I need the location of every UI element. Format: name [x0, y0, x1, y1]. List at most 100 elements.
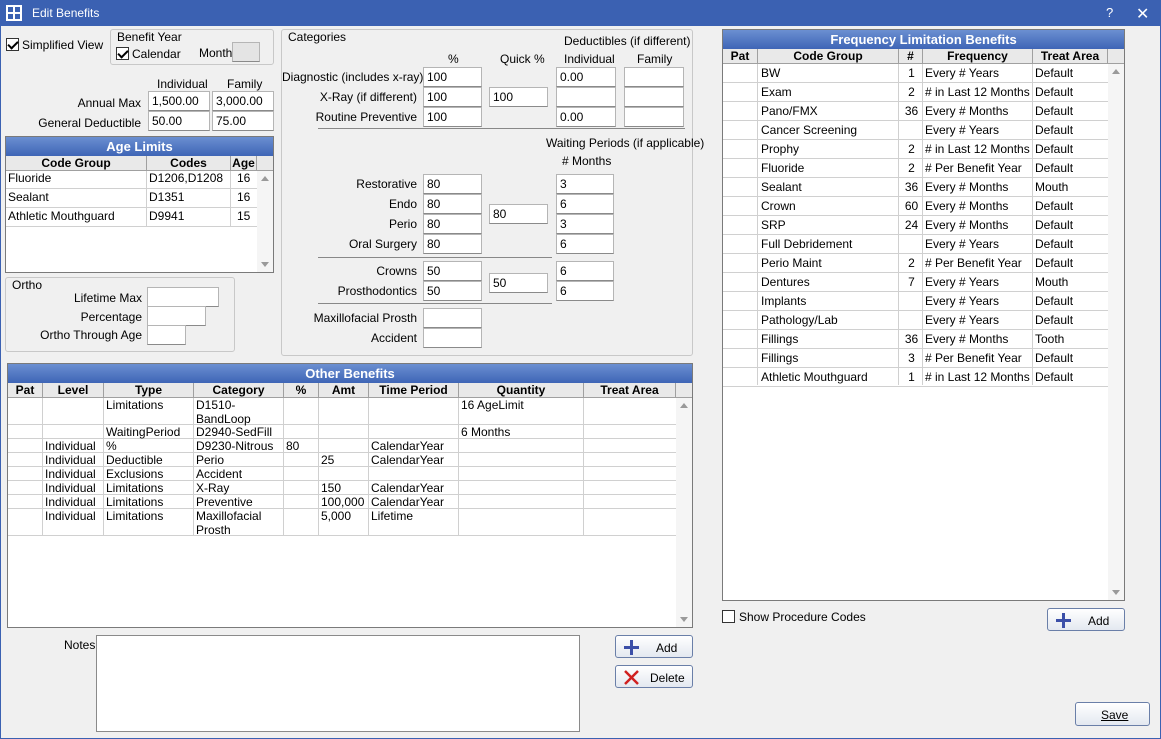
- freq-treat-area[interactable]: Default: [1033, 85, 1108, 99]
- age-limit-codes[interactable]: D9941: [147, 209, 230, 223]
- scroll-up-icon[interactable]: [261, 176, 269, 181]
- freq-treat-area[interactable]: Default: [1033, 313, 1108, 327]
- percentage-field[interactable]: [147, 306, 206, 326]
- freq-count[interactable]: 36: [899, 332, 922, 346]
- ob-type[interactable]: Limitations: [104, 509, 193, 523]
- ob-amt[interactable]: 25: [319, 453, 368, 467]
- freq-count[interactable]: 36: [899, 104, 922, 118]
- other-benefits-scrollbar[interactable]: [676, 398, 692, 627]
- freq-treat-area[interactable]: Default: [1033, 104, 1108, 118]
- freq-code-group[interactable]: Perio Maint: [759, 256, 898, 270]
- freq-code-group[interactable]: Pano/FMX: [759, 104, 898, 118]
- freq-treat-area[interactable]: Default: [1033, 123, 1108, 137]
- xray-pct-field[interactable]: 100: [423, 87, 482, 107]
- scroll-up-icon[interactable]: [680, 403, 688, 408]
- xray-ded-individual-field[interactable]: [556, 87, 616, 107]
- ob-category[interactable]: D2940-SedFill: [194, 425, 283, 439]
- scroll-up-icon[interactable]: [1112, 69, 1120, 74]
- age-limits-scrollbar[interactable]: [257, 171, 273, 272]
- age-limit-code-group[interactable]: Fluoride: [6, 171, 146, 185]
- endo-pct-field[interactable]: 80: [423, 194, 482, 214]
- freq-frequency[interactable]: # Per Benefit Year: [923, 161, 1032, 175]
- ob-type[interactable]: Limitations: [104, 495, 193, 509]
- freq-frequency[interactable]: # in Last 12 Months: [923, 142, 1032, 156]
- ob-time-period[interactable]: CalendarYear: [369, 453, 458, 467]
- ob-category[interactable]: Preventive: [194, 495, 283, 509]
- col-pct[interactable]: %: [284, 383, 319, 398]
- general-deductible-family-field[interactable]: 75.00: [212, 111, 274, 131]
- col-category[interactable]: Category: [194, 383, 284, 398]
- freq-count[interactable]: 60: [899, 199, 922, 213]
- freq-code-group[interactable]: Implants: [759, 294, 898, 308]
- col-code-group[interactable]: Code Group: [758, 49, 899, 64]
- endo-months-field[interactable]: 6: [556, 194, 614, 214]
- freq-treat-area[interactable]: Default: [1033, 256, 1108, 270]
- freq-treat-area[interactable]: Default: [1033, 294, 1108, 308]
- ortho-through-age-field[interactable]: [147, 325, 186, 345]
- freq-code-group[interactable]: Dentures: [759, 275, 898, 289]
- ob-category[interactable]: Perio: [194, 453, 283, 467]
- freq-count[interactable]: 1: [899, 66, 922, 80]
- freq-frequency[interactable]: # in Last 12 Months: [923, 85, 1032, 99]
- save-button[interactable]: Save: [1075, 702, 1150, 726]
- freq-treat-area[interactable]: Default: [1033, 370, 1108, 384]
- ob-time-period[interactable]: CalendarYear: [369, 481, 458, 495]
- ob-quantity[interactable]: 16 AgeLimit: [459, 398, 583, 412]
- col-treat-area[interactable]: Treat Area: [584, 383, 676, 398]
- prostho-months-field[interactable]: 6: [556, 281, 614, 301]
- freq-treat-area[interactable]: Default: [1033, 66, 1108, 80]
- ob-amt[interactable]: 5,000: [319, 509, 368, 523]
- restorative-months-field[interactable]: 3: [556, 174, 614, 194]
- freq-count[interactable]: 24: [899, 218, 922, 232]
- freq-code-group[interactable]: BW: [759, 66, 898, 80]
- ob-level[interactable]: Individual: [43, 453, 103, 467]
- routine-pct-field[interactable]: 100: [423, 107, 482, 127]
- accident-pct-field[interactable]: [423, 328, 482, 348]
- col-age[interactable]: Age: [231, 156, 257, 171]
- routine-ded-individual-field[interactable]: 0.00: [556, 107, 616, 127]
- freq-frequency[interactable]: Every # Months: [923, 199, 1032, 213]
- scroll-down-icon[interactable]: [680, 617, 688, 622]
- general-deductible-individual-field[interactable]: 50.00: [148, 111, 210, 131]
- freq-treat-area[interactable]: Default: [1033, 161, 1108, 175]
- diagnostic-ded-family-field[interactable]: [624, 67, 684, 87]
- col-quantity[interactable]: Quantity: [459, 383, 584, 398]
- freq-code-group[interactable]: Crown: [759, 199, 898, 213]
- ob-category[interactable]: D9230-Nitrous: [194, 439, 283, 453]
- lifetime-max-field[interactable]: [147, 287, 219, 307]
- freq-code-group[interactable]: Pathology/Lab: [759, 313, 898, 327]
- xray-ded-family-field[interactable]: [624, 87, 684, 107]
- ob-amt[interactable]: 150: [319, 481, 368, 495]
- delete-benefit-button[interactable]: Delete: [615, 665, 693, 688]
- freq-count[interactable]: 2: [899, 85, 922, 99]
- freq-code-group[interactable]: Exam: [759, 85, 898, 99]
- freq-frequency[interactable]: Every # Years: [923, 123, 1032, 137]
- add-benefit-button[interactable]: Add: [615, 635, 693, 658]
- freq-count[interactable]: 3: [899, 351, 922, 365]
- freq-frequency[interactable]: Every # Years: [923, 66, 1032, 80]
- routine-ded-family-field[interactable]: [624, 107, 684, 127]
- help-button[interactable]: ?: [1106, 5, 1113, 20]
- freq-frequency[interactable]: Every # Years: [923, 237, 1032, 251]
- month-field[interactable]: [232, 42, 260, 62]
- freq-treat-area[interactable]: Tooth: [1033, 332, 1108, 346]
- freq-frequency[interactable]: Every # Years: [923, 275, 1032, 289]
- freq-code-group[interactable]: Sealant: [759, 180, 898, 194]
- annual-max-individual-field[interactable]: 1,500.00: [148, 91, 210, 111]
- crowns-months-field[interactable]: 6: [556, 261, 614, 281]
- ob-quantity[interactable]: 6 Months: [459, 425, 583, 439]
- ob-type[interactable]: Limitations: [104, 398, 193, 412]
- age-limit-code-group[interactable]: Sealant: [6, 190, 146, 204]
- freq-frequency[interactable]: Every # Months: [923, 180, 1032, 194]
- ob-time-period[interactable]: CalendarYear: [369, 495, 458, 509]
- col-pat[interactable]: Pat: [8, 383, 43, 398]
- diagnostic-ded-individual-field[interactable]: 0.00: [556, 67, 616, 87]
- age-limit-code-group[interactable]: Athletic Mouthguard: [6, 209, 146, 223]
- freq-count[interactable]: 2: [899, 256, 922, 270]
- col-code-group[interactable]: Code Group: [6, 156, 147, 171]
- col-amt[interactable]: Amt: [319, 383, 369, 398]
- freq-treat-area[interactable]: Default: [1033, 237, 1108, 251]
- freq-count[interactable]: 2: [899, 161, 922, 175]
- ob-time-period[interactable]: CalendarYear: [369, 439, 458, 453]
- freq-code-group[interactable]: Athletic Mouthguard: [759, 370, 898, 384]
